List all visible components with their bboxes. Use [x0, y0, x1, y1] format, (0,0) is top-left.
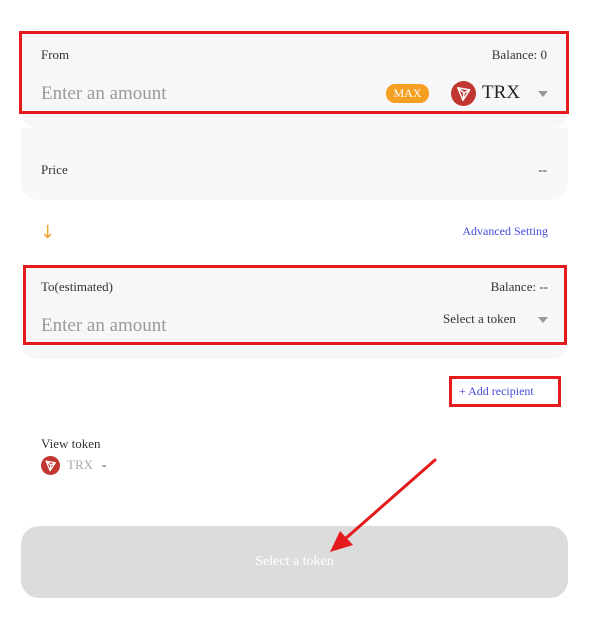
to-token-dropdown-icon[interactable]: [538, 317, 548, 323]
view-token-dash: -: [102, 457, 107, 472]
from-token-name[interactable]: TRX: [482, 82, 520, 104]
swap-direction-arrow-icon[interactable]: ↓: [40, 222, 55, 243]
price-value: --: [538, 162, 547, 177]
from-balance: Balance: 0: [491, 47, 547, 62]
price-card: [21, 128, 568, 200]
trx-small-logo-icon: [41, 456, 60, 475]
advanced-setting-link[interactable]: Advanced Setting: [462, 224, 548, 239]
view-token-label: View token: [41, 436, 101, 451]
to-balance: Balance: --: [490, 279, 548, 294]
from-amount-input[interactable]: [41, 82, 341, 106]
to-amount-input[interactable]: [41, 314, 341, 338]
from-card: [21, 28, 568, 128]
trx-logo-icon: [451, 81, 476, 106]
price-label: Price: [41, 162, 68, 177]
to-select-token[interactable]: Select a token: [443, 311, 516, 327]
from-label: From: [41, 47, 70, 62]
select-token-submit-button[interactable]: Select a token: [21, 526, 568, 598]
from-token-dropdown-icon[interactable]: [538, 91, 548, 97]
to-label: To(estimated): [41, 279, 114, 294]
view-token-name[interactable]: TRX: [67, 457, 93, 473]
add-recipient-link[interactable]: + Add recipient: [459, 384, 534, 399]
max-button[interactable]: MAX: [386, 84, 429, 103]
